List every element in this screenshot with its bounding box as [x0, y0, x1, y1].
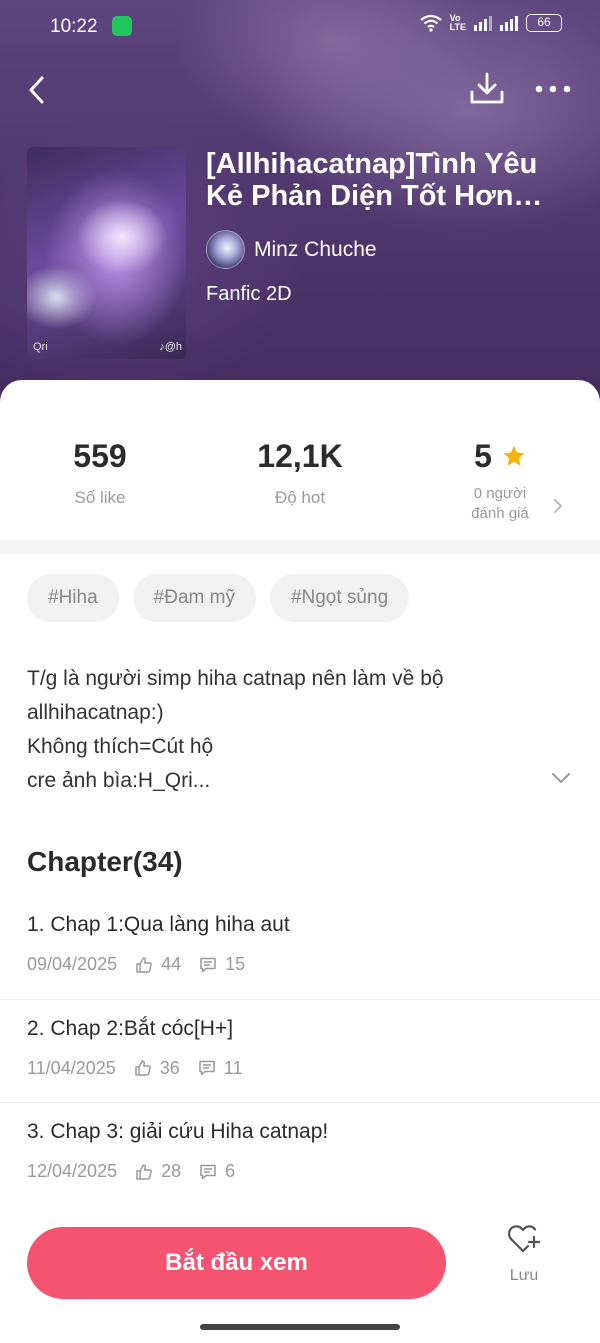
chapter-item[interactable]: 3. Chap 3: giải cứu Hiha catnap! 12/04/2…: [0, 1103, 600, 1207]
story-genre: Fanfic 2D: [206, 283, 292, 305]
chapter-item[interactable]: 2. Chap 2:Bắt cóc[H+] 11/04/2025 36 11: [0, 1000, 600, 1103]
chevron-right-icon[interactable]: [551, 498, 565, 514]
tag-hiha[interactable]: #Hiha: [27, 574, 119, 622]
signal-icon-2: [500, 15, 518, 31]
home-indicator[interactable]: [200, 1324, 400, 1330]
rating-value: 5: [474, 438, 492, 474]
chapter-meta: 09/04/2025 44 15: [27, 954, 245, 975]
likes-count: 559: [73, 438, 127, 474]
chapter-title: 3. Chap 3: giải cứu Hiha catnap!: [27, 1120, 329, 1143]
chapter-date: 12/04/2025: [27, 1161, 118, 1181]
chapter-section-title: Chapter(34): [27, 846, 183, 877]
chapter-comments: 11: [223, 1057, 243, 1078]
author-info[interactable]: Minz Chuche: [206, 230, 377, 269]
author-avatar[interactable]: [206, 230, 245, 269]
hot-label: Độ hot: [274, 488, 326, 507]
description-line: T/g là người simp hiha catnap nên làm về…: [27, 667, 444, 690]
start-reading-button[interactable]: Bắt đầu xem: [27, 1227, 446, 1299]
story-description[interactable]: T/g là người simp hiha catnap nên làm về…: [27, 662, 547, 798]
comment-icon: [199, 956, 217, 974]
cover-watermark-left: Qri: [33, 341, 48, 353]
download-button[interactable]: [468, 70, 506, 108]
chapter-likes: 36: [159, 1057, 180, 1078]
save-button[interactable]: Lưu: [494, 1224, 554, 1285]
bottom-action-bar: Bắt đầu xem Lưu: [0, 1206, 600, 1343]
chapter-item[interactable]: 1. Chap 1:Qua làng hiha aut 09/04/2025 4…: [0, 896, 600, 1000]
description-line: cre ảnh bìa:H_Qri...: [27, 769, 211, 792]
rating-label-line1: 0 người: [473, 485, 527, 502]
stat-likes: 559 Số like: [0, 436, 200, 508]
hot-count: 12,1K: [257, 438, 343, 474]
download-icon: [470, 72, 504, 104]
status-time: 10:22: [50, 16, 98, 37]
story-cover-image[interactable]: Qri ♪@h: [27, 147, 186, 359]
chapter-comments: 6: [225, 1161, 236, 1181]
section-divider: [0, 540, 600, 554]
chapter-date: 09/04/2025: [27, 954, 118, 974]
rating-label-line2: đánh giá: [471, 505, 529, 522]
story-title: [Allhihacatnap]Tình Yêu Kẻ Phản Diện Tốt…: [206, 148, 538, 212]
chapter-comments: 15: [225, 954, 246, 974]
chevron-left-icon: [29, 76, 44, 104]
thumbs-up-icon: [135, 956, 153, 974]
cover-watermark-right: ♪@h: [159, 341, 182, 353]
volte-indicator: Vo LTE: [450, 14, 466, 32]
stat-rating[interactable]: 5 0 người đánh giá: [400, 436, 600, 524]
status-bar: 10:22 Vo LTE 66: [0, 0, 600, 54]
comment-icon: [198, 1059, 216, 1077]
chapter-list: 1. Chap 1:Qua làng hiha aut 09/04/2025 4…: [0, 896, 600, 1207]
more-dots-icon: [535, 85, 571, 93]
chapter-meta: 11/04/2025 36 11: [27, 1058, 242, 1079]
app-notification-icon: [112, 16, 132, 36]
chapter-title: 2. Chap 2:Bắt cóc[H+]: [27, 1016, 234, 1040]
back-button[interactable]: [22, 72, 54, 108]
heart-plus-icon: [507, 1225, 541, 1253]
stat-hot: 12,1K Độ hot: [200, 436, 400, 508]
status-indicators: Vo LTE 66: [419, 14, 562, 32]
tag-ngot-sung[interactable]: #Ngọt sủng: [269, 574, 410, 622]
signal-icon: [474, 15, 492, 31]
expand-chevron-down-icon[interactable]: [549, 770, 573, 786]
tag-dam-my[interactable]: #Đam mỹ: [132, 574, 256, 622]
stats-row: 559 Số like 12,1K Độ hot 5 0 người đánh …: [0, 380, 600, 540]
chapter-date: 11/04/2025: [27, 1057, 116, 1078]
save-label: Lưu: [509, 1267, 539, 1284]
more-options-button[interactable]: [534, 76, 574, 102]
description-line: Không thích=Cút hộ: [27, 735, 214, 758]
thumbs-up-icon: [135, 1163, 153, 1181]
comment-icon: [199, 1163, 217, 1181]
volte-bottom: LTE: [449, 22, 466, 32]
chapter-title: 1. Chap 1:Qua làng hiha aut: [27, 913, 290, 936]
wifi-icon: [419, 14, 442, 32]
likes-label: Số like: [74, 488, 126, 507]
tag-list: #Hiha #Đam mỹ #Ngọt sủng: [27, 574, 410, 622]
star-icon: [503, 445, 525, 466]
rating-label: 0 người đánh giá: [400, 484, 600, 524]
chapter-likes: 28: [161, 1161, 182, 1181]
battery-indicator: 66: [526, 14, 562, 32]
story-detail-card: 559 Số like 12,1K Độ hot 5 0 người đánh …: [0, 380, 600, 1343]
description-line: allhihacatnap:): [27, 701, 164, 724]
thumbs-up-icon: [134, 1059, 152, 1077]
chapter-likes: 44: [161, 954, 182, 974]
author-name[interactable]: Minz Chuche: [254, 238, 377, 262]
rating-value-row: 5: [400, 436, 600, 476]
chapter-meta: 12/04/2025 28 6: [27, 1161, 235, 1182]
